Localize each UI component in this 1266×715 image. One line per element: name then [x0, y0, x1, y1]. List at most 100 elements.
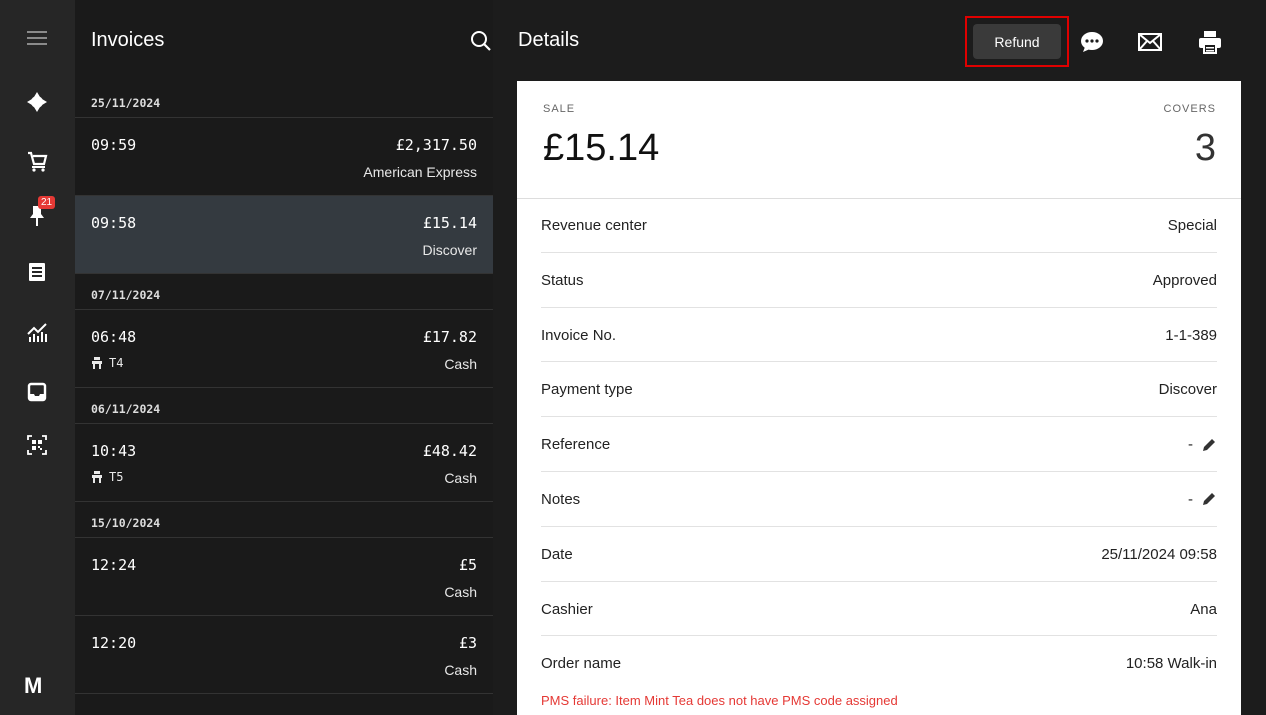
- invoice-table: T4: [91, 356, 123, 370]
- sale-label: SALE: [543, 103, 576, 115]
- detail-fields: Revenue center Special Status Approved I…: [541, 198, 1217, 691]
- invoice-list-header: Invoices: [75, 0, 493, 82]
- table-icon: [92, 471, 102, 483]
- field-label: Payment type: [541, 381, 633, 399]
- invoice-row[interactable]: 09:59 £2,317.50 American Express: [75, 118, 493, 196]
- field-value-text: -: [1188, 436, 1193, 454]
- receipt-icon[interactable]: [22, 257, 52, 287]
- field-value: -: [1188, 436, 1217, 453]
- field-label: Cashier: [541, 600, 593, 618]
- invoice-list-panel: Invoices 25/11/2024 09:59 £2,317.50 Amer…: [75, 0, 493, 715]
- menu-icon[interactable]: [22, 23, 52, 53]
- app: 21 M Invoices 25/11/2024 09:59 £2,317.50: [0, 0, 1266, 715]
- inbox-icon[interactable]: [22, 377, 52, 407]
- invoice-row[interactable]: 12:20 £3 Cash: [75, 616, 493, 694]
- date-header: 25/11/2024: [75, 82, 493, 118]
- invoice-amount: £48.42: [422, 442, 477, 460]
- notification-badge: 21: [38, 196, 56, 209]
- invoice-time: 12:20: [91, 634, 137, 652]
- invoice-table: T5: [91, 470, 123, 484]
- field-value: Discover: [1159, 381, 1217, 398]
- search-icon[interactable]: [470, 30, 493, 54]
- invoice-amount: £3: [458, 634, 477, 652]
- details-header: Details Refund: [493, 0, 1266, 82]
- invoice-row[interactable]: 10:43 £48.42 T5 Cash: [75, 424, 493, 502]
- field-revenue-center: Revenue center Special: [541, 198, 1217, 253]
- invoice-amount: £2,317.50: [395, 136, 477, 154]
- field-label: Date: [541, 545, 573, 563]
- field-date: Date 25/11/2024 09:58: [541, 527, 1217, 582]
- field-value-text: Ana: [1190, 600, 1217, 618]
- analytics-icon[interactable]: [22, 317, 52, 347]
- dashboard-icon[interactable]: [22, 87, 52, 117]
- field-value-text: Discover: [1158, 381, 1217, 399]
- invoice-time: 10:43: [91, 442, 137, 460]
- invoice-time: 09:59: [91, 136, 137, 154]
- invoice-table-label: T4: [109, 356, 124, 370]
- field-value-text: 10:58 Walk-in: [1125, 655, 1217, 673]
- field-order-name: Order name 10:58 Walk-in: [541, 636, 1217, 691]
- qr-scan-icon[interactable]: [22, 430, 52, 460]
- invoice-row-selected[interactable]: 09:58 £15.14 Discover: [75, 196, 493, 274]
- date-header: 07/11/2024: [75, 274, 493, 310]
- invoice-table-label: T5: [109, 470, 124, 484]
- field-value: 1-1-389: [1165, 327, 1217, 344]
- invoice-payment: Cash: [444, 470, 477, 486]
- field-label: Status: [541, 271, 584, 289]
- invoice-time: 09:58: [91, 214, 137, 232]
- field-value-text: Approved: [1152, 271, 1217, 289]
- details-card: SALE £15.14 COVERS 3 Revenue center Spec…: [517, 81, 1241, 715]
- field-cashier: Cashier Ana: [541, 582, 1217, 637]
- invoice-row[interactable]: 12:24 £5 Cash: [75, 538, 493, 616]
- invoice-amount: £15.14: [422, 214, 477, 232]
- details-title: Details: [518, 29, 580, 51]
- field-notes: Notes -: [541, 472, 1217, 527]
- cart-icon[interactable]: [22, 146, 52, 176]
- invoice-payment: Cash: [444, 662, 477, 678]
- edit-notes-pencil-icon[interactable]: [1201, 491, 1217, 507]
- email-icon[interactable]: [1137, 30, 1163, 54]
- field-label: Revenue center: [541, 217, 647, 234]
- refund-button[interactable]: Refund: [973, 24, 1061, 59]
- field-value-text: 1-1-389: [1165, 326, 1217, 344]
- field-label: Notes: [541, 490, 581, 508]
- sale-value: £15.14: [543, 127, 660, 169]
- field-invoice-no: Invoice No. 1-1-389: [541, 308, 1217, 363]
- field-value-text: 25/11/2024 09:58: [1101, 545, 1217, 563]
- sms-icon[interactable]: [1079, 30, 1105, 54]
- field-value-text: Special: [1167, 217, 1217, 234]
- print-icon[interactable]: [1197, 30, 1223, 54]
- field-value: Special: [1168, 217, 1217, 234]
- covers-value: 3: [1194, 127, 1216, 169]
- field-payment-type: Payment type Discover: [541, 362, 1217, 418]
- invoice-amount: £5: [458, 556, 477, 574]
- pms-error-message: PMS failure: Item Mint Tea does not have…: [541, 693, 898, 708]
- field-status: Status Approved: [541, 253, 1217, 308]
- field-value: Ana: [1190, 601, 1217, 618]
- invoice-amount: £17.82: [422, 328, 477, 346]
- field-value: 10:58 Walk-in: [1126, 655, 1217, 672]
- field-reference: Reference -: [541, 417, 1217, 472]
- date-header: 06/11/2024: [75, 388, 493, 424]
- covers-label: COVERS: [1163, 103, 1216, 115]
- table-icon: [92, 357, 102, 369]
- invoice-list-title: Invoices: [91, 29, 165, 51]
- invoice-payment: Discover: [422, 242, 477, 258]
- date-header: 15/10/2024: [75, 502, 493, 538]
- edit-reference-pencil-icon[interactable]: [1201, 437, 1217, 453]
- field-value-text: -: [1188, 490, 1193, 508]
- invoice-time: 06:48: [91, 328, 137, 346]
- field-label: Invoice No.: [541, 326, 617, 344]
- field-value: 25/11/2024 09:58: [1101, 546, 1217, 563]
- invoice-row[interactable]: 06:48 £17.82 T4 Cash: [75, 310, 493, 388]
- field-value: -: [1188, 491, 1217, 508]
- invoice-payment: Cash: [444, 584, 477, 600]
- invoice-time: 12:24: [91, 556, 137, 574]
- invoice-payment: American Express: [363, 164, 477, 180]
- field-label: Reference: [541, 436, 611, 454]
- invoice-list: 25/11/2024 09:59 £2,317.50 American Expr…: [75, 82, 493, 694]
- nav-rail: 21 M: [0, 0, 75, 715]
- invoice-payment: Cash: [444, 356, 477, 372]
- brand-logo: M: [24, 673, 42, 698]
- field-value: Approved: [1153, 272, 1217, 289]
